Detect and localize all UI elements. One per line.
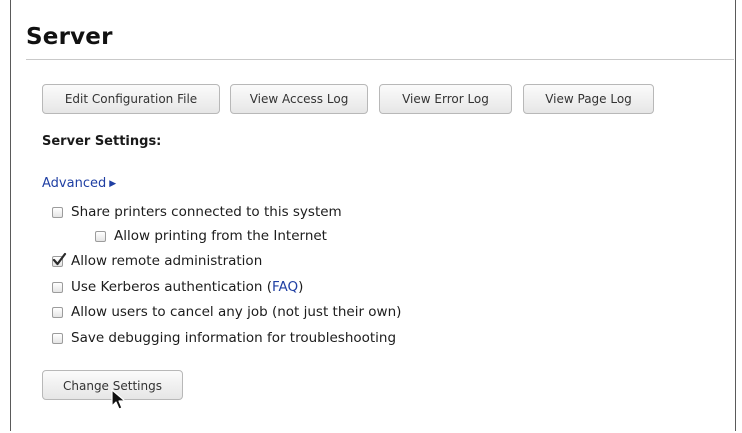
server-settings-heading: Server Settings: [42,134,162,149]
kerberos-checkbox[interactable] [52,281,63,293]
title-divider [26,59,734,60]
view-access-log-button[interactable]: View Access Log [230,84,368,114]
cancel-jobs-checkbox[interactable] [52,306,63,318]
allow-internet-label: Allow printing from the Internet [114,228,327,244]
advanced-label: Advanced [42,176,107,191]
cancel-jobs-label: Allow users to cancel any job (not just … [71,304,402,320]
allow-internet-option[interactable]: Allow printing from the Internet [95,226,327,246]
share-printers-label: Share printers connected to this system [71,204,342,220]
kerberos-option[interactable]: Use Kerberos authentication (FAQ) [52,277,303,297]
cancel-jobs-option[interactable]: Allow users to cancel any job (not just … [52,302,401,322]
kerberos-close-paren: ) [298,279,304,295]
view-page-log-button[interactable]: View Page Log [523,84,654,114]
remote-admin-checkbox[interactable] [52,252,67,267]
debug-info-option[interactable]: Save debugging information for troublesh… [52,328,396,348]
mouse-pointer-icon [111,389,126,410]
edit-configuration-file-button[interactable]: Edit Configuration File [42,84,220,114]
page-title: Server [26,24,113,50]
debug-info-checkbox[interactable] [52,332,63,344]
checkmark-icon [52,252,67,265]
remote-admin-option[interactable]: Allow remote administration [52,251,262,271]
kerberos-label: Use Kerberos authentication [71,279,263,295]
debug-info-label: Save debugging information for troublesh… [71,330,397,346]
remote-admin-label: Allow remote administration [71,253,263,269]
view-error-log-button[interactable]: View Error Log [379,84,512,114]
advanced-toggle-link[interactable]: Advanced ▶ [42,176,116,191]
share-printers-option[interactable]: Share printers connected to this system [52,202,342,222]
triangle-right-icon: ▶ [109,179,117,189]
share-printers-checkbox[interactable] [52,206,63,218]
allow-internet-checkbox[interactable] [95,230,106,242]
kerberos-faq-link[interactable]: FAQ [272,279,298,295]
